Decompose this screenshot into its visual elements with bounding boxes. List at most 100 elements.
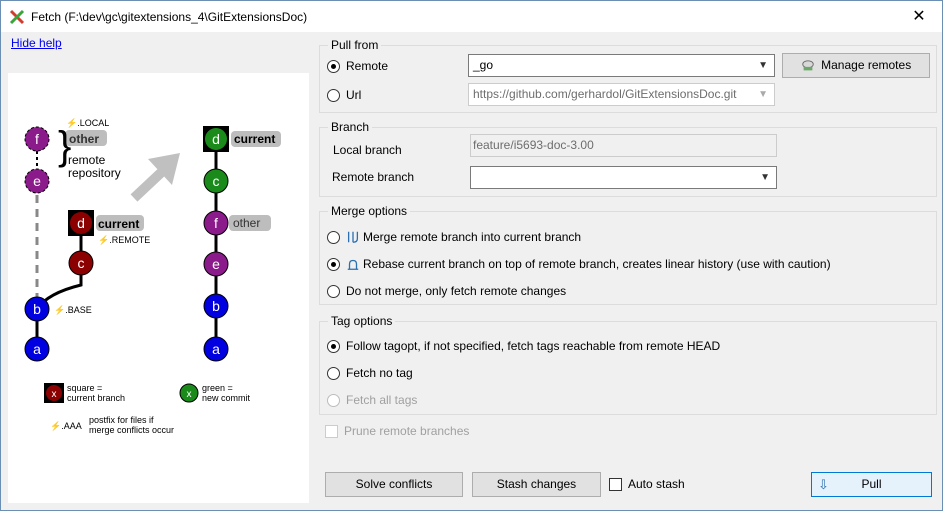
prune-checkbox-box[interactable] (325, 424, 338, 438)
node-b-left: b (24, 296, 50, 322)
rebase-radio-label: Rebase current branch on top of remote b… (363, 257, 831, 271)
svg-text:e: e (212, 256, 220, 272)
local-branch-field[interactable]: feature/i5693-doc-3.00 (470, 134, 777, 157)
current-tag-left: current (98, 217, 139, 231)
url-combo-value: https://github.com/gerhardol/GitExtensio… (473, 87, 737, 101)
follow-tagopt-radio[interactable]: Follow tagopt, if not specified, fetch t… (327, 339, 720, 353)
pull-from-legend: Pull from (328, 38, 382, 52)
url-radio-label: Url (346, 88, 362, 102)
remote-label-1: remote (68, 153, 106, 167)
chevron-down-icon[interactable]: ▼ (758, 55, 768, 76)
fetch-no-tag-radio[interactable]: Fetch no tag (327, 366, 413, 380)
hide-help-link[interactable]: Hide help (11, 36, 62, 50)
legend-green-icon: x (179, 383, 199, 403)
auto-stash-checkbox-label: Auto stash (628, 477, 685, 491)
url-radio[interactable]: Url (327, 88, 361, 102)
remote-combo[interactable]: _go ▼ (468, 54, 775, 77)
manage-remotes-label: Manage remotes (821, 58, 912, 72)
merge-radio-dot[interactable] (327, 230, 340, 244)
tag-options-legend: Tag options (328, 314, 396, 328)
rebase-icon (347, 259, 359, 270)
local-label: ⚡.LOCAL (66, 117, 109, 129)
svg-text:d: d (77, 215, 85, 231)
node-b-right: b (203, 293, 229, 319)
merge-radio-label: Merge remote branch into current branch (363, 230, 582, 244)
node-a-right: a (203, 336, 229, 362)
chevron-down-icon[interactable]: ▼ (760, 167, 770, 188)
solve-conflicts-button[interactable]: Solve conflicts (325, 472, 463, 497)
merge-diagram: f e d c b a ⚡.LOCAL other} remote repos… (24, 117, 281, 435)
prune-checkbox-label: Prune remote branches (344, 424, 470, 438)
fetch-no-tag-radio-dot[interactable] (327, 366, 340, 380)
other-tag-right: other (233, 216, 260, 230)
legend-green-2: new commit (202, 393, 251, 403)
manage-remotes-button[interactable]: Manage remotes (782, 53, 930, 78)
node-c-right: c (203, 168, 229, 194)
chevron-down-icon[interactable]: ▼ (758, 84, 768, 105)
node-c-left: c (68, 250, 94, 276)
follow-tagopt-radio-dot[interactable] (327, 339, 340, 353)
legend-square-2: current branch (67, 393, 125, 403)
url-radio-dot[interactable] (327, 88, 340, 102)
fetch-only-radio[interactable]: Do not merge, only fetch remote changes (327, 284, 566, 298)
remote-postfix-label: ⚡.REMOTE (98, 234, 150, 246)
merge-radio[interactable]: Merge remote branch into current branch (327, 230, 581, 244)
legend-postfix-1: postfix for files if (89, 415, 154, 425)
remote-label-2: repository (68, 166, 121, 180)
svg-text:a: a (212, 341, 220, 357)
svg-text:c: c (78, 255, 85, 271)
other-tag-left: other (69, 132, 99, 146)
pull-arrow-icon: ⇩ (818, 477, 829, 492)
svg-text:f: f (35, 131, 39, 147)
base-label: ⚡.BASE (54, 304, 92, 316)
title-bar: Fetch (F:\dev\gc\gitextensions_4\GitExte… (1, 1, 942, 32)
svg-text:b: b (33, 301, 41, 317)
legend-postfix-2: merge conflicts occur (89, 425, 174, 435)
remote-radio-dot[interactable] (327, 59, 340, 73)
fetch-only-radio-dot[interactable] (327, 284, 340, 298)
fetch-no-tag-radio-label: Fetch no tag (346, 366, 413, 380)
fetch-all-tags-radio-label: Fetch all tags (346, 393, 418, 407)
merge-icon (347, 231, 359, 243)
legend-green-1: green = (202, 383, 233, 393)
follow-tagopt-radio-label: Follow tagopt, if not specified, fetch t… (346, 339, 721, 353)
help-diagram: f e d c b a ⚡.LOCAL other} remote repos… (8, 73, 309, 503)
fetch-all-tags-radio-dot[interactable] (327, 393, 340, 407)
branch-legend: Branch (328, 120, 373, 134)
node-f-left: f (24, 126, 50, 152)
rebase-radio-dot[interactable] (327, 257, 340, 271)
node-d-right: d (203, 126, 229, 152)
svg-text:x: x (187, 389, 192, 400)
svg-text:x: x (52, 389, 57, 400)
svg-text:b: b (212, 298, 220, 314)
remote-radio[interactable]: Remote (327, 59, 388, 73)
fetch-all-tags-radio[interactable]: Fetch all tags (327, 393, 417, 407)
legend-aaa: ⚡.AAA (50, 420, 82, 432)
rebase-radio[interactable]: Rebase current branch on top of remote b… (327, 257, 831, 271)
svg-text:c: c (213, 173, 220, 189)
remote-combo-value: _go (473, 58, 494, 72)
legend-square-icon: x (44, 383, 64, 403)
stash-changes-button[interactable]: Stash changes (472, 472, 601, 497)
auto-stash-checkbox[interactable]: Auto stash (609, 477, 685, 491)
node-e-right: e (203, 251, 229, 277)
window-title: Fetch (F:\dev\gc\gitextensions_4\GitExte… (31, 10, 308, 24)
auto-stash-checkbox-box[interactable] (609, 477, 622, 491)
arrow-icon (130, 153, 180, 202)
remote-branch-combo[interactable]: ▼ (470, 166, 777, 189)
git-extensions-logo-icon (9, 9, 25, 25)
legend-square-1: square = (67, 383, 102, 393)
fetch-only-radio-label: Do not merge, only fetch remote changes (346, 284, 567, 298)
url-combo[interactable]: https://github.com/gerhardol/GitExtensio… (468, 83, 775, 106)
local-branch-label: Local branch (333, 143, 402, 157)
prune-checkbox[interactable]: Prune remote branches (325, 424, 469, 438)
pull-button-label: Pull (861, 477, 882, 491)
node-a-left: a (24, 336, 50, 362)
current-tag-right: current (234, 132, 275, 146)
remote-branch-label: Remote branch (332, 170, 415, 184)
svg-text:e: e (33, 173, 41, 189)
node-e-left: e (24, 168, 50, 194)
pull-button[interactable]: ⇩ Pull (811, 472, 932, 497)
svg-text:d: d (212, 131, 220, 147)
close-button[interactable]: ✕ (896, 1, 942, 32)
